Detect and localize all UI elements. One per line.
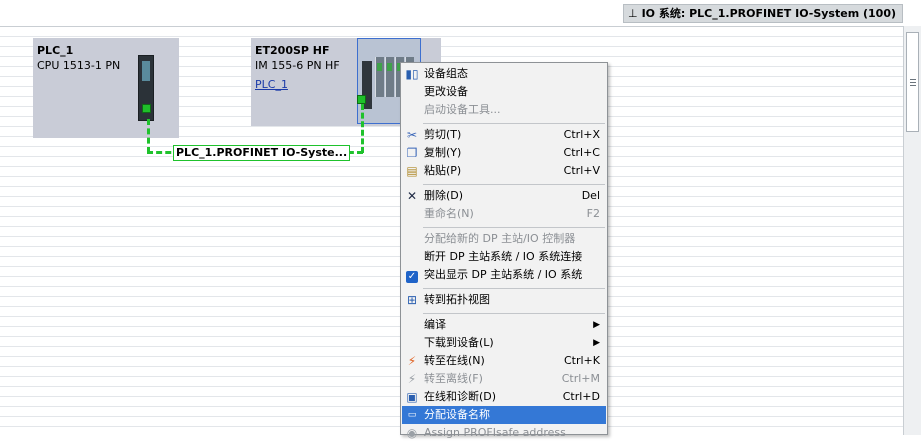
device-plc[interactable]: PLC_1 CPU 1513-1 PN: [33, 38, 179, 138]
profinet-port[interactable]: [142, 104, 151, 113]
device-configuration-icon: ▮▯: [405, 67, 419, 81]
io-system-label[interactable]: ⊥ IO 系统: PLC_1.PROFINET IO-System (100): [623, 4, 903, 23]
menu-item-assign-device-name[interactable]: ▭ 分配设备名称: [402, 406, 606, 424]
menu-item-rename[interactable]: 重命名(N) F2: [402, 205, 606, 223]
diagnostics-icon: ▣: [406, 390, 418, 404]
profisafe-icon: ◉: [406, 426, 418, 440]
menu-separator: [423, 227, 605, 228]
menu-item-assign-profisafe-address[interactable]: ◉ Assign PROFIsafe address: [402, 424, 606, 442]
io-module: [385, 57, 394, 97]
menu-item-cut[interactable]: ✂ 剪切(T) Ctrl+X: [402, 126, 606, 144]
top-bar: ⊥ IO 系统: PLC_1.PROFINET IO-System (100): [0, 0, 921, 26]
context-menu: ▮▯ 设备组态 更改设备 启动设备工具... ✂ 剪切(T) Ctrl+X ❐ …: [400, 62, 608, 440]
device-name: PLC_1: [37, 44, 74, 57]
menu-item-copy[interactable]: ❐ 复制(Y) Ctrl+C: [402, 144, 606, 162]
io-system-text: IO 系统: PLC_1.PROFINET IO-System (100): [641, 7, 896, 20]
scissors-icon: ✂: [406, 128, 418, 142]
go-online-icon: ⚡: [407, 354, 417, 368]
menu-item-online-diagnostics[interactable]: ▣ 在线和诊断(D) Ctrl+D: [402, 388, 606, 406]
device-type: CPU 1513-1 PN: [37, 59, 121, 72]
menu-item-topology-view[interactable]: ⊞ 转到拓扑视图: [402, 291, 606, 309]
menu-item-assign-new-master[interactable]: 分配给新的 DP 主站/IO 控制器: [402, 230, 606, 248]
submenu-arrow-icon: ▶: [593, 338, 600, 348]
delete-x-icon: ✕: [406, 189, 418, 203]
assigned-controller-link[interactable]: PLC_1: [255, 78, 288, 91]
pin-icon[interactable]: ⊥: [628, 5, 638, 22]
menu-item-compile[interactable]: 编译 ▶: [402, 316, 606, 334]
copy-icon: ❐: [406, 146, 418, 160]
assign-name-icon: ▭: [407, 410, 417, 420]
menu-separator: [423, 313, 605, 314]
vertical-scrollbar[interactable]: [903, 26, 921, 435]
paste-icon: ▤: [406, 164, 418, 178]
scroll-grip-icon: [910, 79, 916, 87]
io-module: [375, 57, 384, 97]
network-label[interactable]: PLC_1.PROFINET IO-Syste...: [173, 145, 351, 161]
menu-item-go-offline[interactable]: ⚡ 转至离线(F) Ctrl+M: [402, 370, 606, 388]
checkbox-checked-icon: ✓: [406, 271, 418, 283]
submenu-arrow-icon: ▶: [593, 320, 600, 330]
topology-icon: ⊞: [406, 293, 418, 307]
menu-item-start-device-tool[interactable]: 启动设备工具...: [402, 101, 606, 119]
menu-item-go-online[interactable]: ⚡ 转至在线(N) Ctrl+K: [402, 352, 606, 370]
menu-item-download-to-device[interactable]: 下载到设备(L) ▶: [402, 334, 606, 352]
device-name: ET200SP HF: [255, 44, 330, 57]
menu-item-disconnect-io-system[interactable]: 断开 DP 主站系统 / IO 系统连接: [402, 248, 606, 266]
menu-item-highlight-io-system[interactable]: ✓ 突出显示 DP 主站系统 / IO 系统: [402, 266, 606, 284]
go-offline-icon: ⚡: [407, 372, 417, 386]
menu-item-delete[interactable]: ✕ 删除(D) Del: [402, 187, 606, 205]
menu-item-paste[interactable]: ▤ 粘贴(P) Ctrl+V: [402, 162, 606, 180]
device-type: IM 155-6 PN HF: [255, 59, 340, 72]
network-line-plc[interactable]: [147, 119, 150, 153]
menu-separator: [423, 123, 605, 124]
network-line-et200[interactable]: [361, 104, 364, 153]
menu-item-device-configuration[interactable]: ▮▯ 设备组态: [402, 65, 606, 83]
menu-item-change-device[interactable]: 更改设备: [402, 83, 606, 101]
profinet-port[interactable]: [357, 95, 366, 104]
menu-separator: [423, 288, 605, 289]
menu-separator: [423, 184, 605, 185]
scrollbar-thumb[interactable]: [906, 32, 919, 132]
